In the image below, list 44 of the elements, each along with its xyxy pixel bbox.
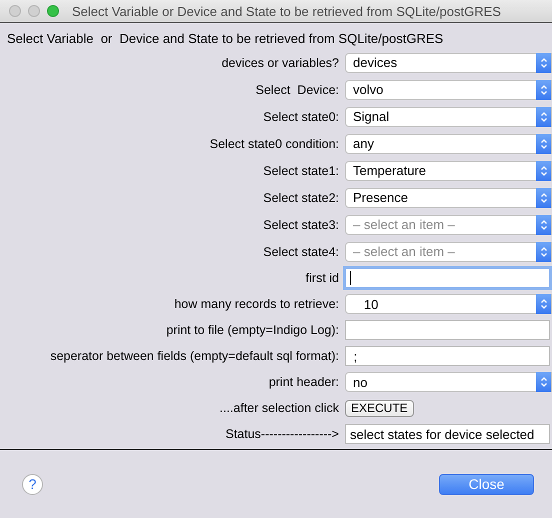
field-label: Select state1: [262,164,340,178]
dropdown[interactable]: Presence [345,188,552,208]
input-field[interactable] [345,268,550,288]
close-icon[interactable] [9,5,21,17]
input-field[interactable] [345,320,550,340]
field-label: Select state0: [262,110,340,124]
dropdown[interactable]: Signal [345,106,552,126]
dialog-heading: Select Variable or Device and State to be retrieved from SQLite/postGRES [6,30,444,48]
field-label: Select Device: [254,82,340,96]
field-label: Select state0 condition: [208,136,340,150]
stepper-arrows-icon [536,188,551,208]
minimize-icon[interactable] [28,5,40,17]
stepper-arrows-icon [536,106,551,126]
stepper-arrows-icon [536,134,551,154]
field-label: Status-----------------> [224,427,340,441]
dropdown[interactable]: Temperature [345,160,552,180]
input-field[interactable]: select states for device selected [345,424,550,444]
field-label: print header: [268,375,340,389]
stepper-arrows-icon [536,372,551,392]
field-label: how many records to retrieve: [173,297,340,311]
field-label: seperator between fields (empty=default sql format): [49,349,340,363]
stepper-arrows-icon [536,214,551,234]
stepper-arrows-icon [536,80,551,100]
stepper-arrows-icon [536,52,551,72]
window-title: Select Variable or Device and State to be retrieved from SQLite/postGRES [72,4,501,18]
help-button[interactable]: ? [22,474,43,494]
field-label: ....after selection click [218,401,340,415]
dropdown[interactable]: 10 [345,294,552,314]
dropdown[interactable]: volvo [345,80,552,100]
field-label: Select state4: [262,244,340,258]
field-label: devices or variables? [220,56,340,70]
field-label: first id [304,271,340,285]
dropdown[interactable]: no [345,372,552,392]
dropdown[interactable]: devices [345,52,552,72]
field-label: print to file (empty=Indigo Log): [165,323,340,337]
stepper-arrows-icon [536,242,551,262]
stepper-arrows-icon [536,160,551,180]
field-label: Select state3: [262,218,340,232]
input-field[interactable]: ; [345,346,550,366]
execute-button[interactable]: EXECUTE [345,400,414,416]
field-label: Select state2: [262,190,340,204]
stepper-arrows-icon [536,294,551,314]
dropdown[interactable]: any [345,134,552,154]
zoom-icon[interactable] [47,5,59,17]
